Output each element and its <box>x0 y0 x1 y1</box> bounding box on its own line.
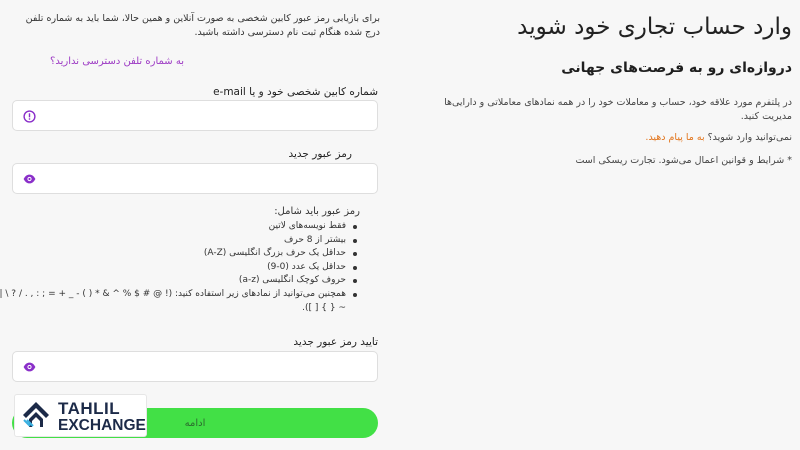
requirements-title: رمز عبور باید شامل: <box>274 206 360 217</box>
page-subtitle: دروازه‌ای رو به فرصت‌های جهانی <box>561 60 792 76</box>
requirement-item: همچنین می‌توانید از نمادهای زیر استفاده … <box>0 288 360 315</box>
recovery-form: برای بازیابی رمز عبور کابین شخصی به صورت… <box>0 0 390 450</box>
terms-note: * شرایط و قوانین اعمال می‌شود. تجارت ریس… <box>575 155 792 166</box>
form-intro-text: برای بازیابی رمز عبور کابین شخصی به صورت… <box>25 13 380 38</box>
new-password-field[interactable] <box>12 163 378 194</box>
logo-line2: EXCHANGE <box>58 417 146 434</box>
requirement-item: بیشتر از 8 حرف <box>0 234 360 248</box>
message-us-link[interactable]: به ما پیام دهید. <box>645 132 704 143</box>
eye-icon[interactable] <box>22 360 36 374</box>
login-help-question: نمی‌توانید وارد شوید؟ <box>704 132 792 143</box>
info-description: در پلتفرم مورد علاقه خود، حساب و معاملات… <box>444 97 792 122</box>
new-password-label: رمز عبور جدید <box>288 148 352 160</box>
confirm-password-label: تایید رمز عبور جدید <box>293 336 378 348</box>
logo-mark-icon <box>20 400 52 436</box>
confirm-password-field[interactable] <box>12 351 378 382</box>
requirement-item: حروف کوچک انگلیسی (a-z) <box>0 274 360 288</box>
password-recovery-screen: وارد حساب تجاری خود شوید دروازه‌ای رو به… <box>0 0 800 450</box>
info-panel: وارد حساب تجاری خود شوید دروازه‌ای رو به… <box>420 0 800 450</box>
eye-icon[interactable] <box>22 172 36 186</box>
page-title: وارد حساب تجاری خود شوید <box>517 14 792 40</box>
login-help-text: نمی‌توانید وارد شوید؟ به ما پیام دهید. <box>645 132 792 143</box>
requirement-item: حداقل یک عدد (0-9) <box>0 261 360 275</box>
tahlil-exchange-logo: TAHLIL EXCHANGE <box>14 394 147 437</box>
no-phone-access-link[interactable]: به شماره تلفن دسترسی ندارید؟ <box>50 56 184 67</box>
info-circle-icon <box>22 109 36 123</box>
requirement-item: حداقل یک حرف بزرگ انگلیسی (A-Z) <box>0 247 360 261</box>
cabinet-field-label: شماره کابین شخصی خود و یا e-mail <box>213 86 378 98</box>
password-requirements: فقط نویسه‌های لاتین بیشتر از 8 حرف حداقل… <box>0 220 360 315</box>
requirement-item: فقط نویسه‌های لاتین <box>0 220 360 234</box>
logo-line1: TAHLIL <box>58 399 121 418</box>
cabinet-field[interactable] <box>12 100 378 131</box>
